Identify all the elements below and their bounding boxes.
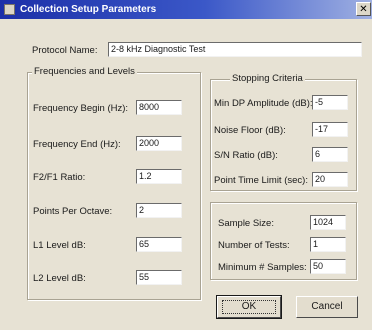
frequency-end-label: Frequency End (Hz): (33, 139, 121, 150)
minimum-samples-label: Minimum # Samples: (218, 262, 307, 273)
l2-level-label: L2 Level dB: (33, 273, 86, 284)
noise-floor-label: Noise Floor (dB): (214, 125, 286, 136)
sample-size-input[interactable]: 1024 (310, 215, 346, 230)
points-per-octave-input[interactable]: 2 (136, 203, 182, 218)
sample-size-label: Sample Size: (218, 218, 274, 229)
frequency-begin-label: Frequency Begin (Hz): (33, 103, 129, 114)
close-button[interactable]: ✕ (356, 2, 371, 16)
frequency-begin-input[interactable]: 8000 (136, 100, 182, 115)
point-time-limit-input[interactable]: 20 (312, 172, 348, 187)
protocol-name-input[interactable]: 2-8 kHz Diagnostic Test (108, 42, 362, 57)
points-per-octave-label: Points Per Octave: (33, 206, 113, 217)
cancel-button[interactable]: Cancel (296, 296, 358, 318)
dialog-title: Collection Setup Parameters (20, 4, 157, 15)
point-time-limit-label: Point Time Limit (sec): (214, 175, 308, 186)
frequency-end-input[interactable]: 2000 (136, 136, 182, 151)
sn-ratio-label: S/N Ratio (dB): (214, 150, 278, 161)
f2f1-ratio-input[interactable]: 1.2 (136, 169, 182, 184)
min-dp-amplitude-label: Min DP Amplitude (dB): (214, 98, 313, 109)
number-of-tests-label: Number of Tests: (218, 240, 290, 251)
f2f1-ratio-label: F2/F1 Ratio: (33, 172, 86, 183)
sn-ratio-input[interactable]: 6 (312, 147, 348, 162)
noise-floor-input[interactable]: -17 (312, 122, 348, 137)
number-of-tests-input[interactable]: 1 (310, 237, 346, 252)
l1-level-input[interactable]: 65 (136, 237, 182, 252)
ok-button[interactable]: OK (216, 295, 282, 319)
protocol-name-label: Protocol Name: (32, 45, 98, 56)
title-bar[interactable]: Collection Setup Parameters ✕ (0, 0, 372, 19)
app-icon (4, 4, 15, 15)
stopping-criteria-title: Stopping Criteria (230, 73, 305, 84)
minimum-samples-input[interactable]: 50 (310, 259, 346, 274)
ok-button-label: OK (241, 301, 257, 312)
l1-level-label: L1 Level dB: (33, 240, 86, 251)
min-dp-amplitude-input[interactable]: -5 (312, 95, 348, 110)
frequencies-group-title: Frequencies and Levels (32, 66, 137, 77)
l2-level-input[interactable]: 55 (136, 270, 182, 285)
